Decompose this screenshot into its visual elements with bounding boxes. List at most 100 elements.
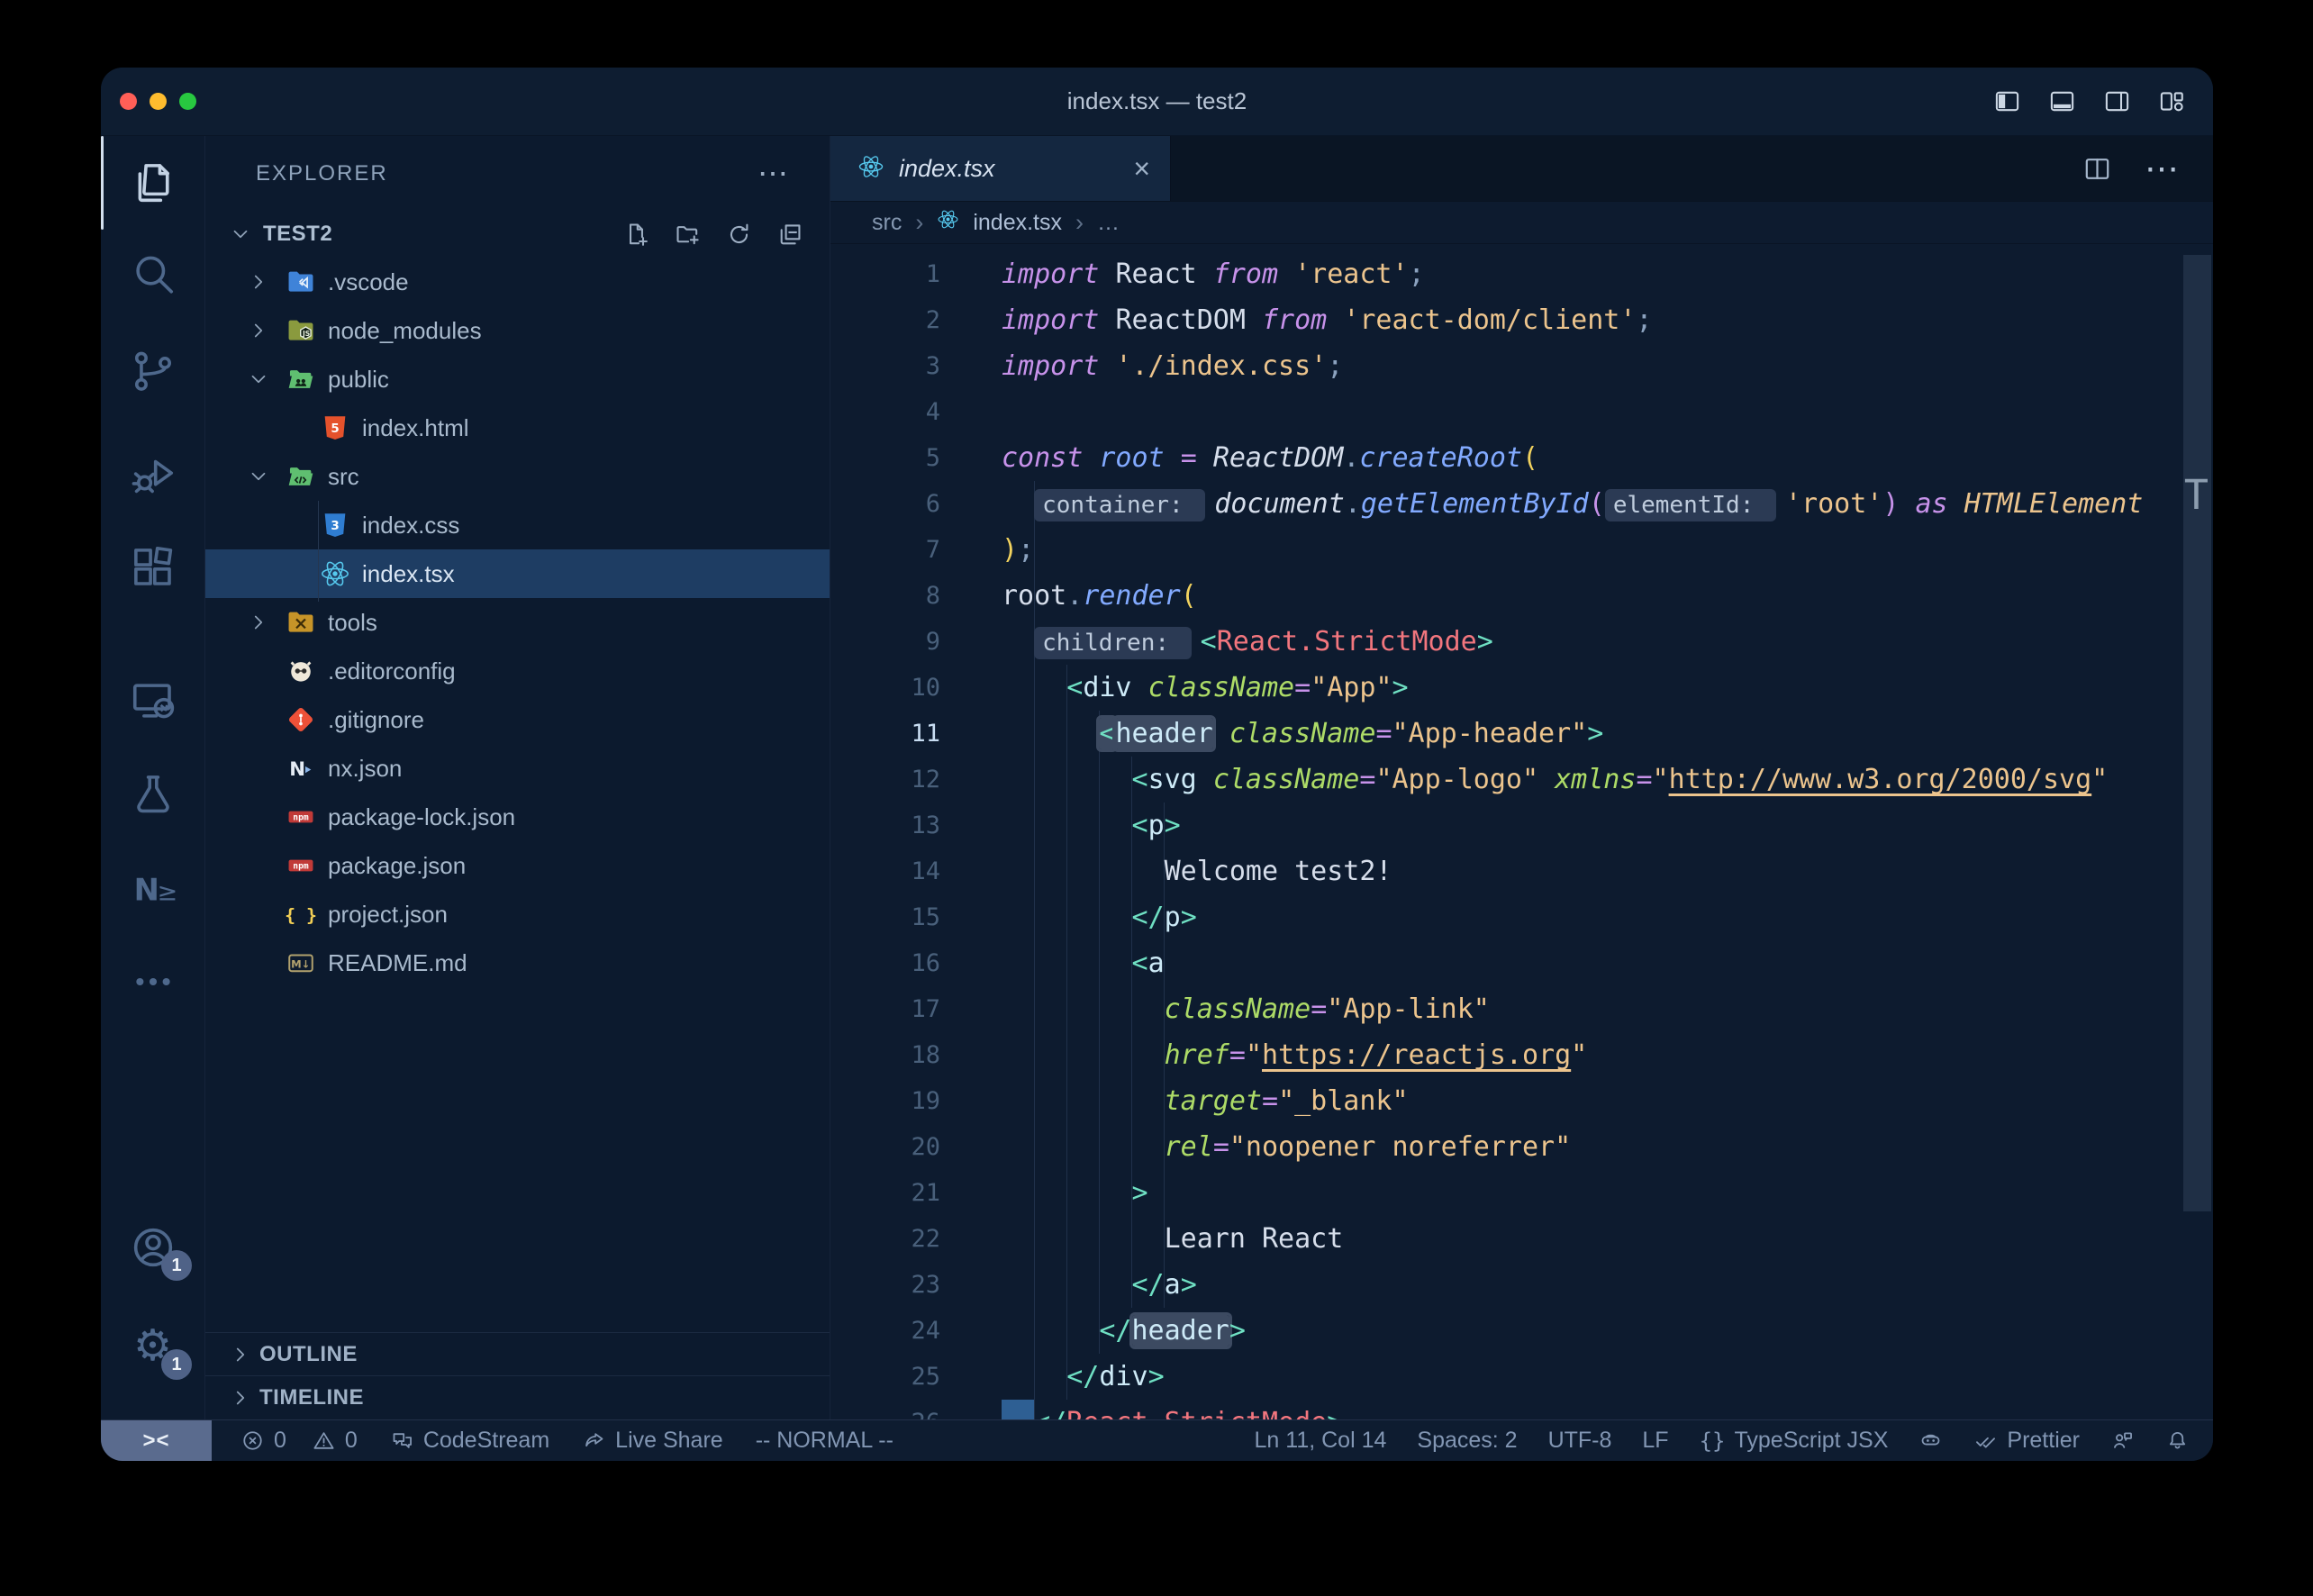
code-line[interactable]: 22 Learn React <box>830 1216 2213 1262</box>
status-copilot[interactable] <box>1918 1428 1943 1453</box>
tree-item-readme-md[interactable]: M↓README.md <box>205 939 830 987</box>
run-debug-icon[interactable] <box>101 447 204 503</box>
split-editor-icon[interactable] <box>2082 154 2112 184</box>
code-line[interactable]: 12 <svg className="App-logo" xmlns="http… <box>830 757 2213 803</box>
timeline-panel-header[interactable]: TIMELINE <box>205 1375 830 1419</box>
status-feedback[interactable] <box>2110 1428 2135 1453</box>
code-line[interactable]: 15 </p> <box>830 894 2213 940</box>
layout-sidebar-right-icon[interactable] <box>2103 87 2131 115</box>
breadcrumb-item[interactable]: src <box>872 210 902 236</box>
code-line[interactable]: 5const root = ReactDOM.createRoot( <box>830 435 2213 481</box>
status-vim-mode[interactable]: -- NORMAL -- <box>756 1428 893 1454</box>
code-line[interactable]: 16 <a <box>830 940 2213 986</box>
line-number: 1 <box>830 260 940 288</box>
tree-item-package-json[interactable]: npmpackage.json <box>205 841 830 890</box>
explorer-icon[interactable] <box>101 155 204 211</box>
code-line[interactable]: 24 </header> <box>830 1308 2213 1354</box>
nx-console-icon[interactable]: N≥ <box>101 861 204 917</box>
badge: 1 <box>161 1349 192 1380</box>
extensions-icon[interactable] <box>101 540 204 595</box>
source-control-icon[interactable] <box>101 343 204 399</box>
tree-item-nx-json[interactable]: Nnx.json <box>205 744 830 793</box>
code-line[interactable]: 4 <box>830 389 2213 435</box>
tab-index-tsx[interactable]: index.tsx × <box>830 136 1171 201</box>
code-token <box>1002 488 1034 520</box>
status-prettier[interactable]: Prettier <box>1973 1428 2080 1454</box>
code-line[interactable]: 8root.render( <box>830 573 2213 619</box>
code-line[interactable]: 14 Welcome test2! <box>830 848 2213 894</box>
tree-item-index-html[interactable]: 5index.html <box>205 404 830 452</box>
tree-item-index-css[interactable]: 3index.css <box>205 501 830 549</box>
code-line[interactable]: 25 </div> <box>830 1354 2213 1400</box>
tree-item--editorconfig[interactable]: .editorconfig <box>205 647 830 695</box>
code-line[interactable]: 1import React from 'react'; <box>830 251 2213 297</box>
outline-panel-header[interactable]: OUTLINE <box>205 1332 830 1376</box>
language-mode-glyph: {} <box>1700 1428 1726 1454</box>
accounts-icon[interactable]: 1 <box>101 1220 204 1275</box>
code-line[interactable]: 21 > <box>830 1170 2213 1216</box>
code-line[interactable]: 20 rel="noopener noreferrer" <box>830 1124 2213 1170</box>
code-editor[interactable]: 1import React from 'react';2import React… <box>830 244 2213 1419</box>
new-file-icon[interactable] <box>622 221 650 249</box>
vertical-scrollbar[interactable] <box>2183 255 2211 1211</box>
line-number: 21 <box>830 1179 940 1207</box>
chevron-right-icon <box>245 268 272 295</box>
settings-gear-icon[interactable]: ⚙1 <box>101 1319 204 1374</box>
code-line[interactable]: 9 children: <React.StrictMode> <box>830 619 2213 665</box>
sidebar-more-actions-icon[interactable]: ⋯ <box>757 156 790 192</box>
code-line[interactable]: 11 <header className="App-header"> <box>830 711 2213 757</box>
status-problems[interactable]: 00 <box>240 1428 358 1454</box>
testing-icon[interactable] <box>101 766 204 822</box>
more-views-icon[interactable] <box>101 954 204 1010</box>
title-bar[interactable]: index.tsx — test2 <box>101 68 2213 136</box>
code-token: header <box>1132 1315 1229 1347</box>
breadcrumb-item[interactable]: index.tsx <box>973 210 1062 236</box>
tree-item-package-lock-json[interactable]: npmpackage-lock.json <box>205 793 830 841</box>
explorer-section-header[interactable]: TEST2 <box>205 211 830 258</box>
tree-item-tools[interactable]: tools <box>205 598 830 647</box>
breadcrumb[interactable]: src›index.tsx›… <box>830 202 2213 244</box>
remote-explorer-icon[interactable] <box>101 673 204 729</box>
code-line[interactable]: 7); <box>830 527 2213 573</box>
code-token: > <box>1587 718 1603 749</box>
tree-item-node-modules[interactable]: JSnode_modules <box>205 306 830 355</box>
more-actions-icon[interactable]: ⋯ <box>2145 149 2181 189</box>
code-line[interactable]: 18 href="https://reactjs.org" <box>830 1032 2213 1078</box>
code-token: </ <box>1066 1361 1099 1392</box>
new-folder-icon[interactable] <box>674 221 702 249</box>
close-tab-icon[interactable]: × <box>1133 154 1150 183</box>
status-codestream[interactable]: CodeStream <box>390 1428 549 1454</box>
code-line[interactable]: 3import './index.css'; <box>830 343 2213 389</box>
layout-customize-icon[interactable] <box>2158 87 2186 115</box>
status-notifications[interactable] <box>2165 1428 2190 1453</box>
remote-indicator[interactable]: >< <box>101 1420 212 1461</box>
code-line[interactable]: 23 </a> <box>830 1262 2213 1308</box>
tree-item-index-tsx[interactable]: index.tsx <box>205 549 830 598</box>
status-eol[interactable]: LF <box>1642 1428 1668 1454</box>
status-language-mode[interactable]: {} TypeScript JSX <box>1700 1428 1889 1454</box>
layout-sidebar-left-icon[interactable] <box>1993 87 2021 115</box>
layout-panel-icon[interactable] <box>2048 87 2076 115</box>
tree-item--gitignore[interactable]: .gitignore <box>205 695 830 744</box>
collapse-all-icon[interactable] <box>776 221 804 249</box>
code-line[interactable]: 17 className="App-link" <box>830 986 2213 1032</box>
code-line[interactable]: 2import ReactDOM from 'react-dom/client'… <box>830 297 2213 343</box>
tree-item--vscode[interactable]: .vscode <box>205 258 830 306</box>
refresh-icon[interactable] <box>725 221 753 249</box>
code-line[interactable]: 10 <div className="App"> <box>830 665 2213 711</box>
status-encoding[interactable]: UTF-8 <box>1548 1428 1612 1454</box>
code-token: className <box>1165 993 1311 1025</box>
search-icon[interactable] <box>101 246 204 302</box>
status-label: TypeScript JSX <box>1735 1428 1889 1454</box>
code-line[interactable]: 26 </React.StrictMode> <box>830 1400 2213 1419</box>
breadcrumb-item[interactable]: … <box>1097 210 1120 236</box>
code-line[interactable]: 19 target="_blank" <box>830 1078 2213 1124</box>
status-live-share[interactable]: Live Share <box>582 1428 723 1454</box>
code-line[interactable]: 13 <p> <box>830 803 2213 848</box>
tree-item-src[interactable]: src <box>205 452 830 501</box>
status-indentation[interactable]: Spaces: 2 <box>1417 1428 1517 1454</box>
tree-item-project-json[interactable]: { }project.json <box>205 890 830 939</box>
code-line[interactable]: 6 container: document.getElementById(ele… <box>830 481 2213 527</box>
tree-item-public[interactable]: public <box>205 355 830 404</box>
status-cursor-position[interactable]: Ln 11, Col 14 <box>1255 1428 1387 1454</box>
